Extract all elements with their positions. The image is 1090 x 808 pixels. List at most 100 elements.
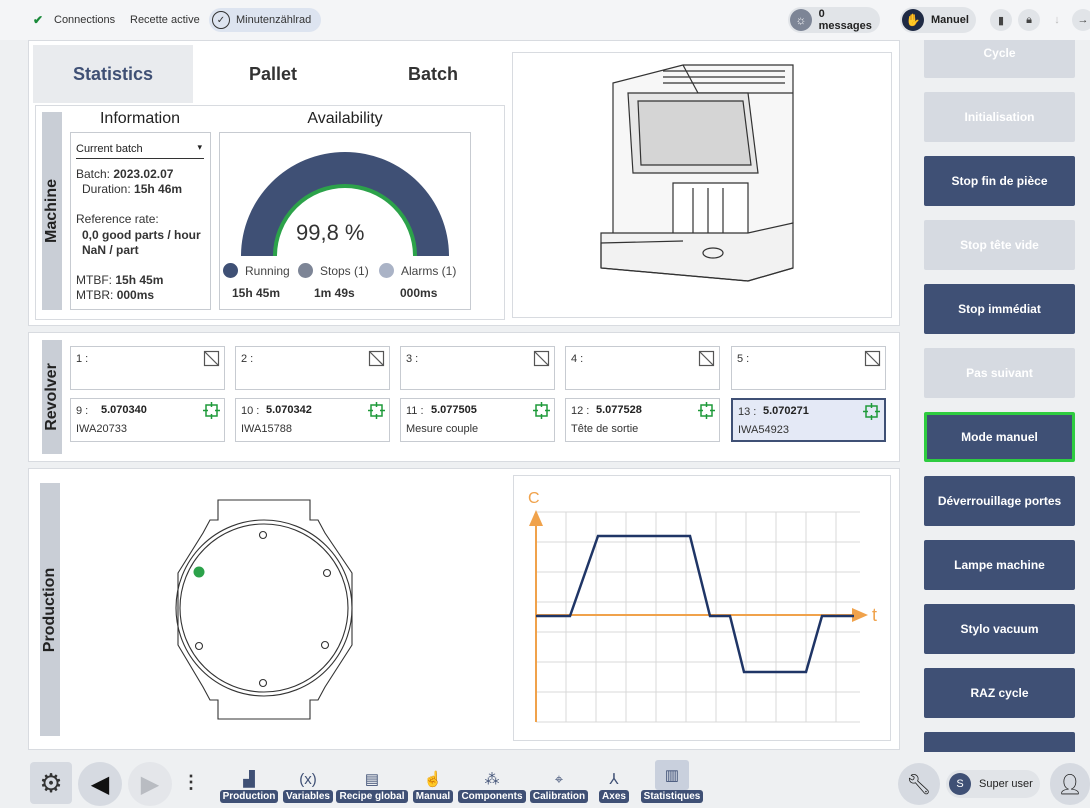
connections-status[interactable]: ✔ Connections (28, 8, 115, 32)
action-button-1[interactable]: Cycle (924, 40, 1075, 78)
tab-statistics[interactable]: Statistics (33, 45, 193, 103)
empty-slot-icon (203, 350, 220, 367)
top-bar: ✔ Connections Recette active ✓ Minutenzä… (0, 0, 1090, 40)
logout-button[interactable]: → (1072, 9, 1090, 31)
slot-value: 5.077528 (596, 404, 642, 416)
back-button[interactable]: ◀ (78, 762, 122, 806)
stops-time: 1m 49s (314, 286, 355, 300)
tab-batch[interactable]: Batch (353, 45, 513, 103)
slot-number: 13 : (738, 406, 757, 418)
account-button[interactable]: 👤︎ (1050, 763, 1090, 805)
watch-case-diagram (175, 499, 353, 720)
x-axis-label: t (872, 605, 877, 625)
revolver-slot-bottom-4[interactable]: 12 : 5.077528 Tête de sortie (565, 398, 720, 442)
revolver-slot-top-4[interactable]: 4 : (565, 346, 720, 390)
revolver-slot-top-1[interactable]: 1 : (70, 346, 225, 390)
caret-down-icon: ▾ (197, 142, 202, 152)
target-slot-icon (698, 402, 715, 419)
hand-icon: ✋ (902, 9, 924, 31)
minute-counter-pill[interactable]: ✓ Minutenzählrad (209, 8, 322, 32)
action-button-8[interactable]: Déverrouillage portes (924, 476, 1075, 526)
gear-icon: ⚙ (39, 767, 63, 798)
action-button-3[interactable]: Stop fin de pièce (924, 156, 1075, 206)
messages-label: 0 messages (818, 8, 872, 32)
duration-line: Duration: 15h 46m (82, 182, 183, 196)
stops-legend-label: Stops (1) (320, 264, 369, 278)
forward-button[interactable]: ▶ (128, 762, 172, 806)
wrench-icon: 🔧︎ (906, 773, 932, 796)
action-button-10[interactable]: Stylo vacuum (924, 604, 1075, 654)
bar-chart-icon: ▥ (654, 760, 690, 790)
action-column: Cycle Initialisation Stop fin de pièce Stop… (918, 40, 1090, 752)
nav-label: Statistiques (640, 790, 704, 803)
availability-title: Availability (307, 110, 383, 127)
minute-counter-label: Minutenzählrad (236, 14, 312, 26)
revolver-slot-bottom-5[interactable]: 13 : 5.070271 IWA54923 (731, 398, 886, 442)
running-time: 15h 45m (232, 286, 281, 300)
machine-image (512, 52, 892, 318)
action-button-9[interactable]: Lampe machine (924, 540, 1075, 590)
action-button-2[interactable]: Initialisation (924, 92, 1075, 142)
revolver-slot-top-2[interactable]: 2 : (235, 346, 390, 390)
batch-select[interactable]: Current batch ▾ (76, 139, 204, 159)
tools-button[interactable]: 🔧︎ (898, 763, 940, 805)
slot-number: 2 : (241, 353, 254, 365)
revolver-slot-top-5[interactable]: 5 : (731, 346, 886, 390)
reference-rate-value: 0,0 good parts / hour (82, 228, 201, 242)
nav-label: Components (458, 790, 526, 803)
user-badge[interactable]: S Super user (946, 770, 1040, 798)
action-button-6[interactable]: Pas suivant (924, 348, 1075, 398)
slot-value: 5.070271 (763, 405, 809, 417)
revolver-slot-bottom-1[interactable]: 9 : 5.070340 IWA20733 (70, 398, 225, 442)
arrow-down-icon: ↓ (1054, 14, 1060, 26)
tab-pallet[interactable]: Pallet (193, 45, 353, 103)
slot-reference: Tête de sortie (571, 423, 639, 435)
information-title: Information (99, 110, 181, 127)
empty-slot-icon (698, 350, 715, 367)
arrow-left-icon: ◀ (90, 770, 110, 798)
slot-number: 10 : (241, 405, 260, 417)
hand-icon: ☝ (423, 771, 443, 788)
slot-reference: IWA15788 (241, 423, 292, 435)
active-recipe-label: Recette active (130, 14, 200, 26)
machine-illustration (600, 64, 794, 282)
action-button-7[interactable]: Mode manuel (924, 412, 1075, 462)
revolver-slot-bottom-2[interactable]: 10 : 5.070342 IWA15788 (235, 398, 390, 442)
axes-icon: ⅄ (609, 771, 619, 788)
running-legend-label: Running (245, 264, 290, 278)
action-button-12[interactable]: D (924, 732, 1075, 752)
empty-slot-icon (368, 350, 385, 367)
mode-button[interactable]: ✋ Manuel (900, 7, 976, 33)
trash-button[interactable]: ▮ (990, 9, 1012, 31)
more-vertical-icon: ⋮ (182, 772, 200, 792)
action-button-4[interactable]: Stop tête vide (924, 220, 1075, 270)
active-recipe[interactable]: Recette active (130, 8, 200, 32)
slot-value: 5.070342 (266, 404, 312, 416)
position-marker (193, 566, 205, 578)
download-button[interactable]: ↓ (1046, 9, 1068, 31)
slot-number: 1 : (76, 353, 89, 365)
nav-statistiques[interactable]: ▥ Statistiques (632, 760, 712, 803)
stops-legend-dot (298, 263, 313, 278)
clipboard-icon: ▤ (364, 771, 380, 788)
y-axis-label: C (528, 490, 540, 507)
alarms-legend-dot (379, 263, 394, 278)
mtbf-line: MTBF: 15h 45m (76, 273, 164, 287)
settings-button[interactable]: ⚙ (30, 762, 72, 804)
user-name: Super user (979, 778, 1033, 790)
action-button-11[interactable]: RAZ cycle (924, 668, 1075, 718)
lock-button[interactable]: 🔒︎ (1018, 9, 1040, 31)
messages-button[interactable]: ☼ 0 messages (788, 7, 880, 33)
check-icon: ✔ (32, 13, 44, 27)
action-button-5[interactable]: Stop immédiat (924, 284, 1075, 334)
slot-number: 11 : (406, 405, 424, 417)
revolver-slot-top-3[interactable]: 3 : (400, 346, 555, 390)
mode-label: Manuel (931, 14, 969, 26)
nav-label: Axes (599, 790, 629, 803)
nav-label: Variables (283, 790, 333, 803)
revolver-label: Revolver (42, 340, 62, 454)
user-avatar: S (949, 773, 971, 795)
more-menu-button[interactable]: ⋮ (182, 772, 200, 793)
revolver-slot-bottom-3[interactable]: 11 : 5.077505 Mesure couple (400, 398, 555, 442)
x-axis-arrow (852, 608, 868, 622)
